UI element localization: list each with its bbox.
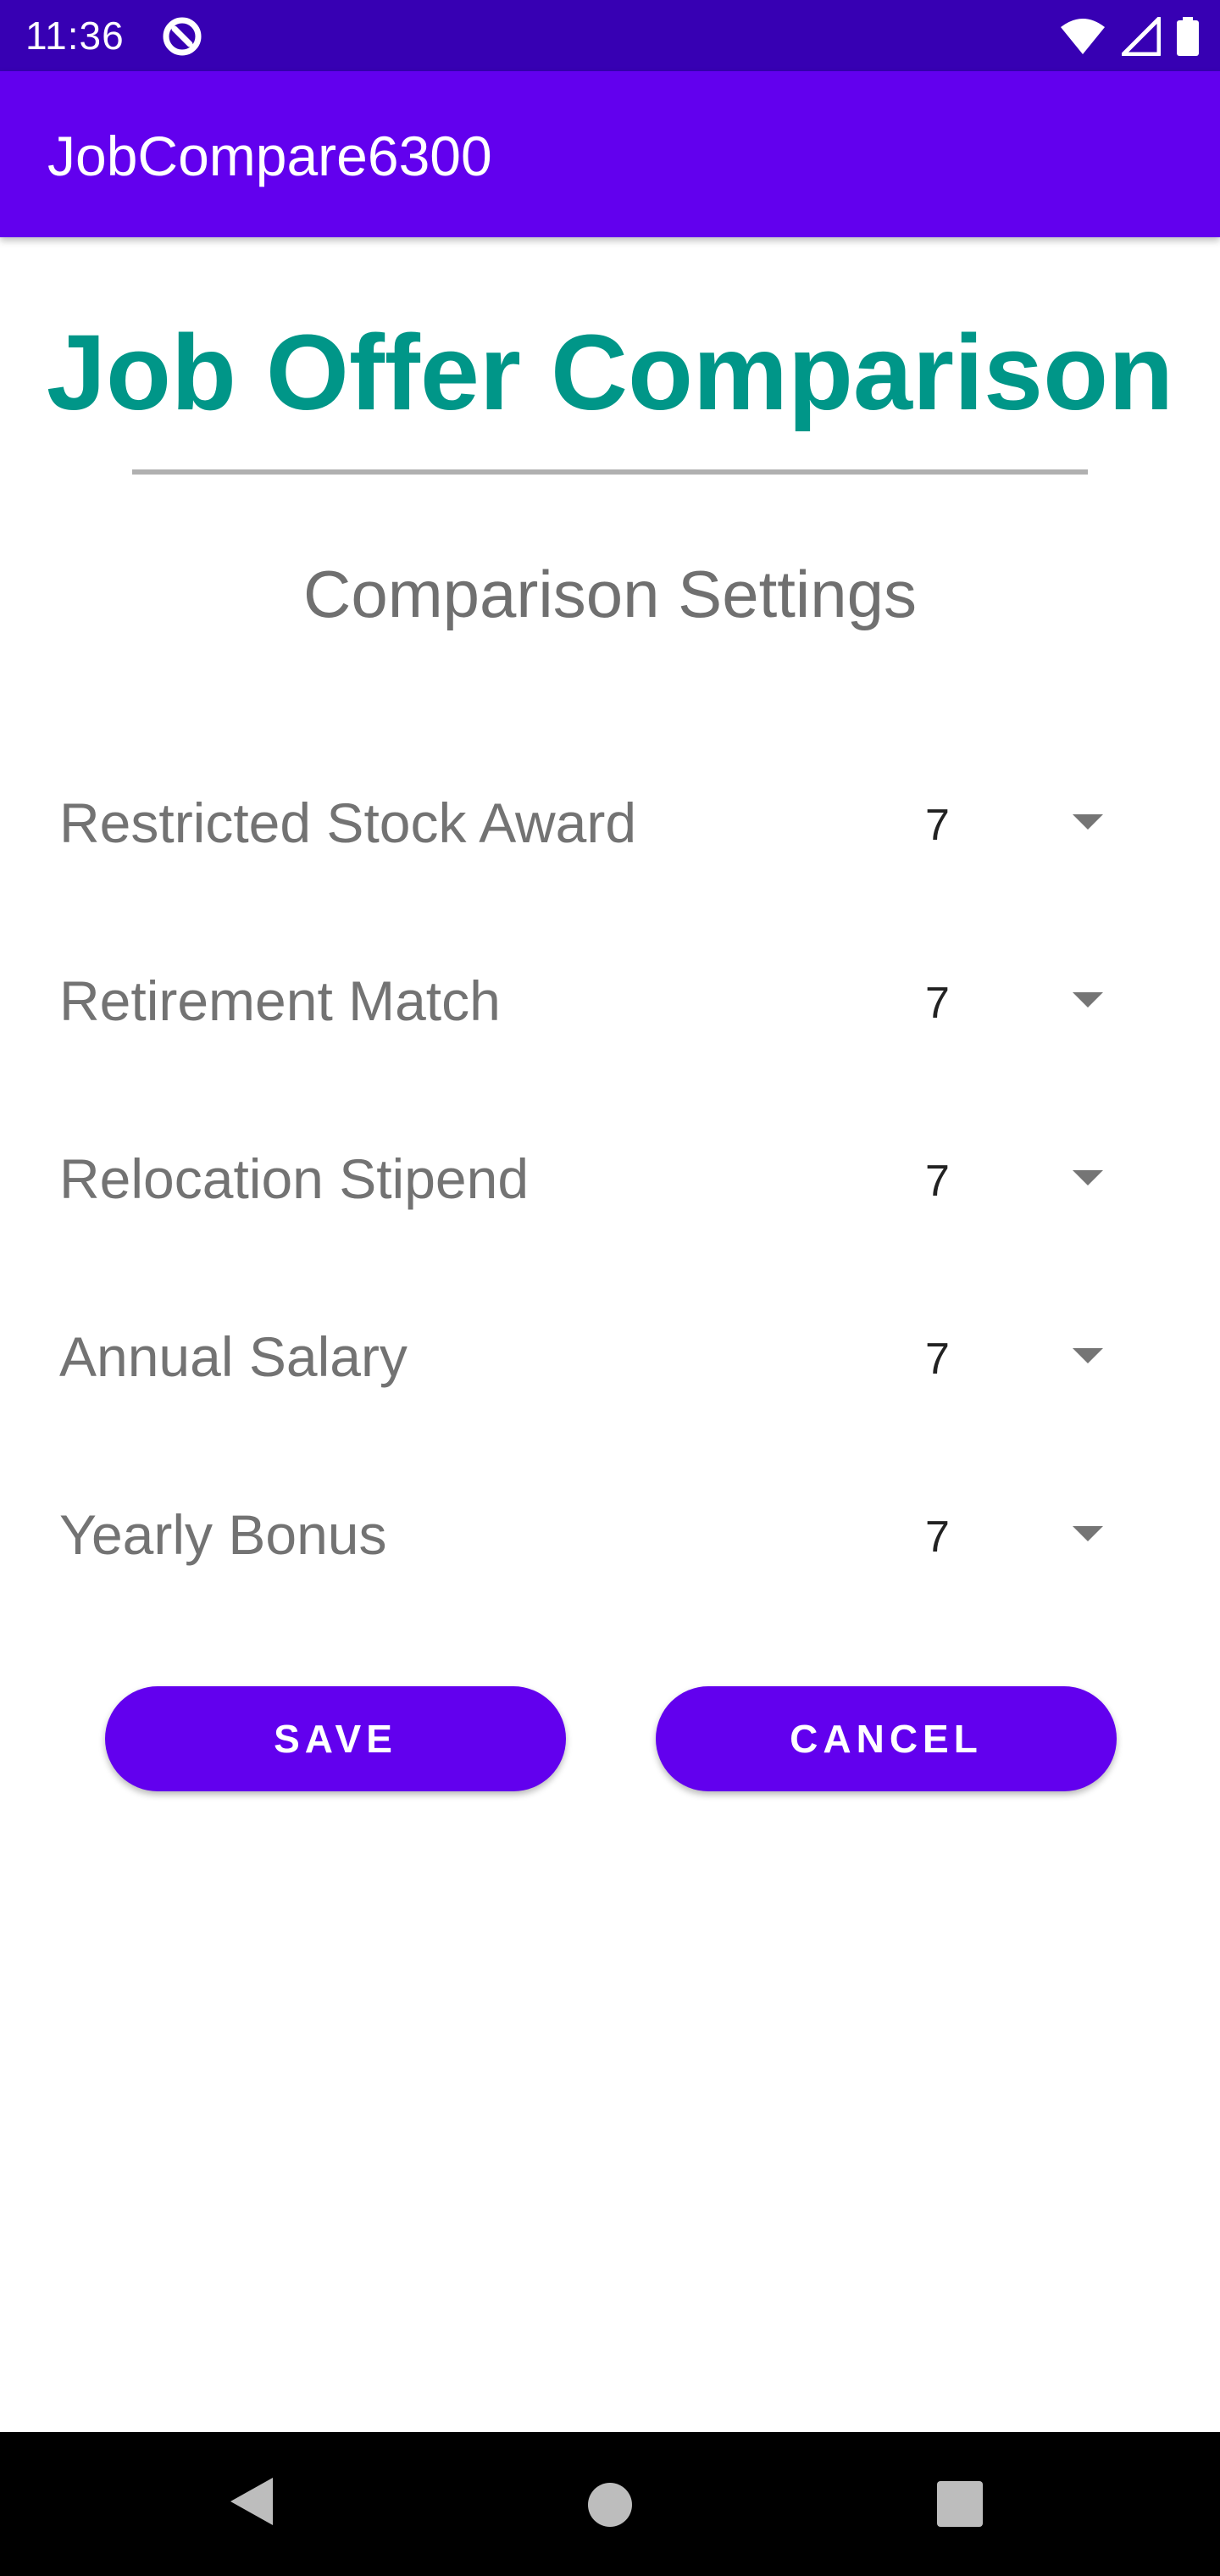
- save-button[interactable]: SAVE: [105, 1686, 566, 1791]
- setting-label: Relocation Stipend: [59, 1147, 530, 1210]
- navigation-bar: [0, 2432, 1220, 2576]
- title-divider: [132, 469, 1088, 475]
- spinner-value: 7: [925, 801, 950, 850]
- setting-label: Annual Salary: [59, 1325, 408, 1388]
- setting-label: Restricted Stock Award: [59, 791, 637, 854]
- spinner-value: 7: [925, 1157, 950, 1206]
- setting-row-retirement-match: Retirement Match 7: [0, 953, 1220, 1046]
- app-bar: JobCompare6300: [0, 71, 1220, 237]
- relocation-stipend-spinner[interactable]: 7: [898, 1131, 1118, 1224]
- setting-row-annual-salary: Annual Salary 7: [0, 1309, 1220, 1402]
- dropdown-arrow-icon: [1073, 1348, 1103, 1363]
- retirement-match-spinner[interactable]: 7: [898, 953, 1118, 1046]
- status-time: 11:36: [25, 14, 125, 58]
- setting-row-yearly-bonus: Yearly Bonus 7: [0, 1487, 1220, 1580]
- status-icons: [1059, 15, 1200, 58]
- spinner-value: 7: [925, 1513, 950, 1562]
- battery-icon: [1177, 17, 1199, 56]
- cancel-button[interactable]: CANCEL: [656, 1686, 1117, 1791]
- setting-label: Retirement Match: [59, 969, 501, 1032]
- wifi-icon: [1061, 19, 1105, 54]
- annual-salary-spinner[interactable]: 7: [898, 1309, 1118, 1402]
- section-title: Comparison Settings: [302, 557, 917, 631]
- app-notification-icon: [163, 17, 202, 56]
- dropdown-arrow-icon: [1073, 814, 1103, 830]
- setting-label: Yearly Bonus: [59, 1503, 387, 1566]
- cellular-signal-icon: [1122, 17, 1161, 56]
- yearly-bonus-spinner[interactable]: 7: [898, 1487, 1118, 1580]
- app-title: JobCompare6300: [47, 125, 492, 187]
- home-icon[interactable]: [588, 2483, 632, 2527]
- page-title: Job Offer Comparison: [46, 313, 1174, 432]
- setting-row-relocation-stipend: Relocation Stipend 7: [0, 1131, 1220, 1224]
- recents-icon[interactable]: [937, 2481, 983, 2527]
- dropdown-arrow-icon: [1073, 1526, 1103, 1541]
- restricted-stock-award-spinner[interactable]: 7: [898, 775, 1118, 869]
- spinner-value: 7: [925, 1335, 950, 1384]
- setting-row-restricted-stock-award: Restricted Stock Award 7: [0, 775, 1220, 869]
- status-bar: 11:36: [0, 0, 1220, 71]
- dropdown-arrow-icon: [1073, 992, 1103, 1008]
- spinner-value: 7: [925, 979, 950, 1028]
- dropdown-arrow-icon: [1073, 1170, 1103, 1185]
- back-icon[interactable]: [230, 2478, 273, 2525]
